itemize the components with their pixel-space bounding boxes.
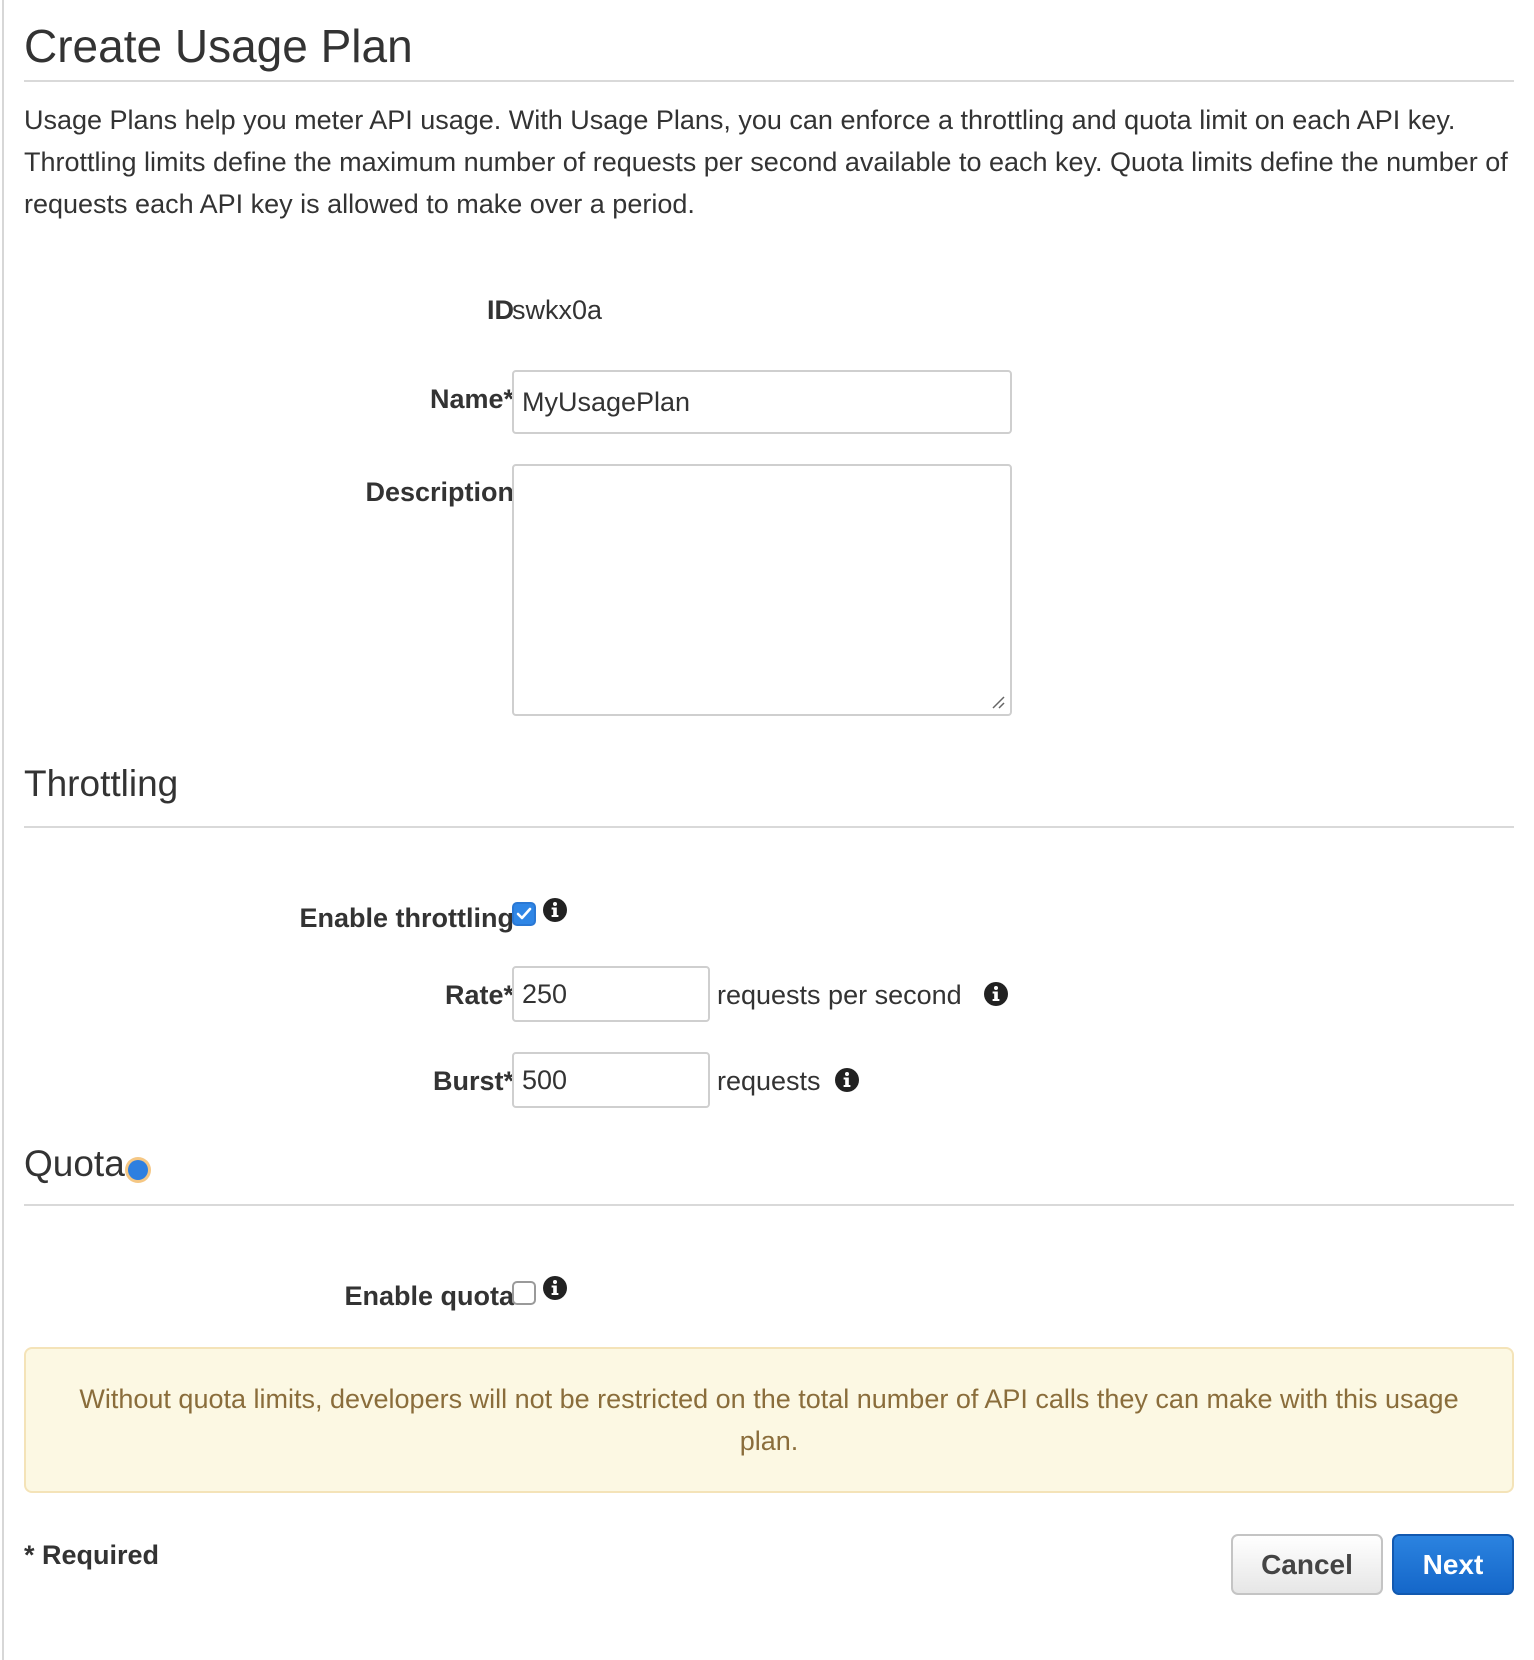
info-circle-icon[interactable]	[543, 1276, 567, 1300]
info-circle-icon[interactable]	[984, 982, 1008, 1006]
enable-throttling-label: Enable throttling	[299, 903, 514, 933]
info-circle-icon[interactable]	[543, 898, 567, 922]
quota-section-title: Quota	[24, 1143, 125, 1184]
rate-label: Rate*	[444, 980, 514, 1010]
throttling-divider	[24, 826, 1514, 828]
burst-input[interactable]	[512, 1052, 710, 1108]
description-textarea[interactable]	[512, 464, 1012, 716]
quota-divider	[24, 1204, 1514, 1206]
required-fields-note: * Required	[24, 1540, 160, 1570]
check-icon	[516, 907, 532, 920]
quota-warning-alert: Without quota limits, developers will no…	[24, 1347, 1514, 1493]
quota-warning-text: Without quota limits, developers will no…	[79, 1384, 1459, 1456]
id-value: swkx0a	[512, 295, 603, 325]
rate-suffix: requests per second	[717, 980, 962, 1010]
rate-input[interactable]	[512, 966, 710, 1022]
description-label: Description	[365, 477, 514, 507]
page-title: Create Usage Plan	[24, 20, 413, 72]
cancel-button[interactable]: Cancel	[1231, 1534, 1383, 1595]
name-label: Name*	[429, 384, 514, 414]
enable-quota-label: Enable quota	[344, 1281, 514, 1311]
id-label: ID	[487, 295, 514, 325]
create-usage-plan-page: Create Usage Plan Usage Plans help you m…	[24, 0, 1514, 1660]
intro-description: Usage Plans help you meter API usage. Wi…	[24, 105, 1508, 219]
burst-suffix: requests	[717, 1066, 821, 1096]
info-circle-icon[interactable]	[835, 1068, 859, 1092]
enable-quota-checkbox[interactable]	[512, 1281, 536, 1305]
next-button[interactable]: Next	[1392, 1534, 1514, 1595]
enable-throttling-checkbox[interactable]	[512, 902, 536, 926]
title-divider	[24, 80, 1514, 82]
page-left-border	[2, 0, 4, 1660]
status-dot-icon	[128, 1160, 148, 1180]
throttling-section-title: Throttling	[24, 763, 179, 804]
name-input[interactable]	[512, 370, 1012, 434]
burst-label: Burst*	[432, 1066, 514, 1096]
textarea-resize-handle[interactable]	[990, 694, 1006, 710]
